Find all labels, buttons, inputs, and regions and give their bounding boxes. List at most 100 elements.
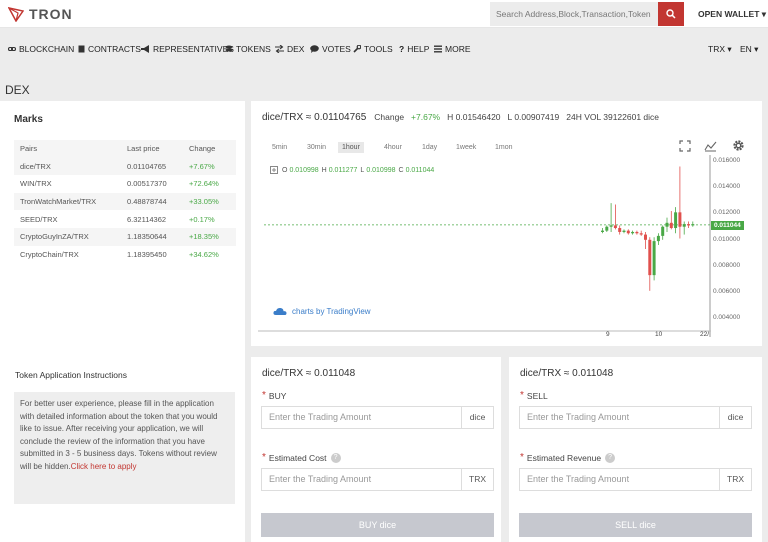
tron-logo[interactable]: TRON (8, 6, 73, 22)
candle-body (648, 239, 652, 276)
nav-label: TOKENS (236, 44, 271, 54)
y-tick: 0.004000 (713, 314, 741, 321)
last-price: 1.18395450 (127, 249, 167, 259)
gear-icon[interactable] (732, 139, 745, 152)
change-value: +0.17% (189, 214, 215, 224)
sell-label-text: SELL (526, 390, 548, 401)
candle-body (669, 222, 673, 229)
candle-body (674, 212, 678, 229)
search-icon (666, 9, 676, 19)
buy-cost-input[interactable]: Enter the Trading Amount (262, 469, 461, 490)
sell-revenue-unit: TRX (719, 469, 751, 490)
search-button[interactable] (658, 2, 684, 26)
high-value: H 0.01546420 (447, 112, 501, 122)
table-row[interactable]: CryptoChain/TRX 1.18395450 +34.62% (14, 246, 236, 264)
pair-name: CryptoChain/TRX (20, 249, 79, 259)
buy-label: * BUY (262, 390, 287, 401)
estimated-revenue-label: * Estimated Revenue? (520, 452, 616, 463)
buy-button[interactable]: BUY dice (261, 513, 494, 537)
sell-amount-input[interactable]: Enter the Trading Amount (520, 407, 719, 428)
last-price: 1.18350644 (127, 232, 167, 242)
tab-5min[interactable]: 5min (268, 142, 291, 153)
pair-name: SEED/TRX (20, 214, 58, 224)
y-tick: 0.012000 (713, 209, 741, 216)
col-last-price: Last price (127, 144, 160, 154)
sell-revenue-input[interactable]: Enter the Trading Amount (520, 469, 719, 490)
sell-amount-field[interactable]: Enter the Trading Amount dice (519, 406, 752, 429)
table-row[interactable]: CryptoGuyInZA/TRX 1.18350644 +18.35% (14, 227, 236, 246)
tab-4hour[interactable]: 4hour (380, 142, 406, 153)
indicators-icon[interactable] (704, 140, 717, 152)
tradingview-link[interactable]: charts by TradingView (273, 307, 371, 316)
nav-votes[interactable]: VOTES (310, 44, 351, 54)
logo-text: TRON (29, 6, 73, 22)
candle-body (687, 224, 690, 226)
last-price: 6.32114362 (127, 214, 167, 224)
marks-title: Marks (14, 114, 43, 125)
nav-blockchain[interactable]: BLOCKCHAIN (8, 44, 74, 54)
candle-body (622, 230, 626, 232)
nav-help[interactable]: ? HELP (399, 44, 429, 54)
candle-body (656, 235, 660, 242)
nav-contracts[interactable]: CONTRACTS (78, 44, 141, 54)
tab-1week[interactable]: 1week (452, 142, 480, 153)
fullscreen-icon[interactable] (679, 140, 691, 152)
marks-table: Pairs Last price Change dice/TRX 0.01104… (14, 140, 236, 263)
candle-body (661, 226, 665, 236)
help-icon[interactable]: ? (330, 452, 341, 463)
tab-30min[interactable]: 30min (303, 142, 330, 153)
y-tick: 0.016000 (713, 157, 741, 164)
marks-header: Pairs Last price Change (14, 140, 236, 158)
candle-body (609, 225, 613, 227)
buy-amount-input[interactable]: Enter the Trading Amount (262, 407, 461, 428)
candle-body (618, 228, 622, 232)
last-price: 0.01104765 (127, 161, 167, 171)
nav-tokens[interactable]: TOKENS (225, 44, 271, 54)
candle-body (682, 224, 686, 227)
nav-dex[interactable]: DEX (275, 44, 304, 54)
table-row[interactable]: dice/TRX 0.01104765 +7.67% (14, 157, 236, 176)
nav-label: MORE (445, 44, 471, 54)
wrench-icon (353, 45, 361, 53)
candle-body (601, 230, 604, 232)
main-nav: BLOCKCHAIN CONTRACTS REPRESENTATIVES TOK… (0, 36, 768, 60)
open-wallet-button[interactable]: OPEN WALLET ▾ (698, 9, 766, 20)
nav-more[interactable]: MORE (434, 44, 471, 54)
table-row[interactable]: WIN/TRX 0.00517370 +72.64% (14, 175, 236, 193)
help-icon[interactable]: ? (605, 452, 616, 463)
apply-link[interactable]: Click here to apply (71, 462, 137, 471)
currency-select[interactable]: TRX ▾ (708, 44, 732, 55)
nav-label: VOTES (322, 44, 351, 54)
change-label: Change (374, 112, 405, 122)
estimated-revenue-text: Estimated Revenue (526, 452, 602, 463)
change-value: +34.62% (189, 249, 219, 259)
x-tick: 10 (655, 331, 663, 338)
change-value: +18.35% (189, 232, 219, 242)
link-icon (8, 46, 16, 52)
tab-1hour[interactable]: 1hour (338, 142, 364, 153)
chart-pair: dice/TRX ≈ 0.01104765 (262, 112, 367, 123)
table-row[interactable]: SEED/TRX 6.32114362 +0.17% (14, 210, 236, 228)
nav-tools[interactable]: TOOLS (353, 44, 393, 54)
language-select[interactable]: EN ▾ (740, 44, 758, 55)
sell-revenue-field[interactable]: Enter the Trading Amount TRX (519, 468, 752, 491)
sell-amount-unit: dice (719, 407, 751, 428)
nav-representatives[interactable]: REPRESENTATIVES (141, 44, 234, 54)
tradingview-text: charts by TradingView (292, 307, 371, 316)
table-row[interactable]: TronWatchMarket/TRX 0.48878744 +33.05% (14, 192, 236, 211)
buy-cost-field[interactable]: Enter the Trading Amount TRX (261, 468, 494, 491)
change-value: +33.05% (189, 197, 219, 207)
buy-label-text: BUY (268, 390, 287, 401)
candle-body (652, 241, 656, 276)
tab-1day[interactable]: 1day (418, 142, 441, 153)
buy-amount-unit: dice (461, 407, 493, 428)
sell-button[interactable]: SELL dice (519, 513, 752, 537)
buy-amount-field[interactable]: Enter the Trading Amount dice (261, 406, 494, 429)
y-tick: 0.008000 (713, 262, 741, 269)
sell-label: * SELL (520, 390, 548, 401)
search-input[interactable]: Search Address,Block,Transaction,Token (490, 2, 658, 26)
y-tick: 0.006000 (713, 288, 741, 295)
x-tick: 9 (606, 331, 610, 338)
tab-1mon[interactable]: 1mon (491, 142, 517, 153)
page-title: DEX (5, 83, 30, 97)
